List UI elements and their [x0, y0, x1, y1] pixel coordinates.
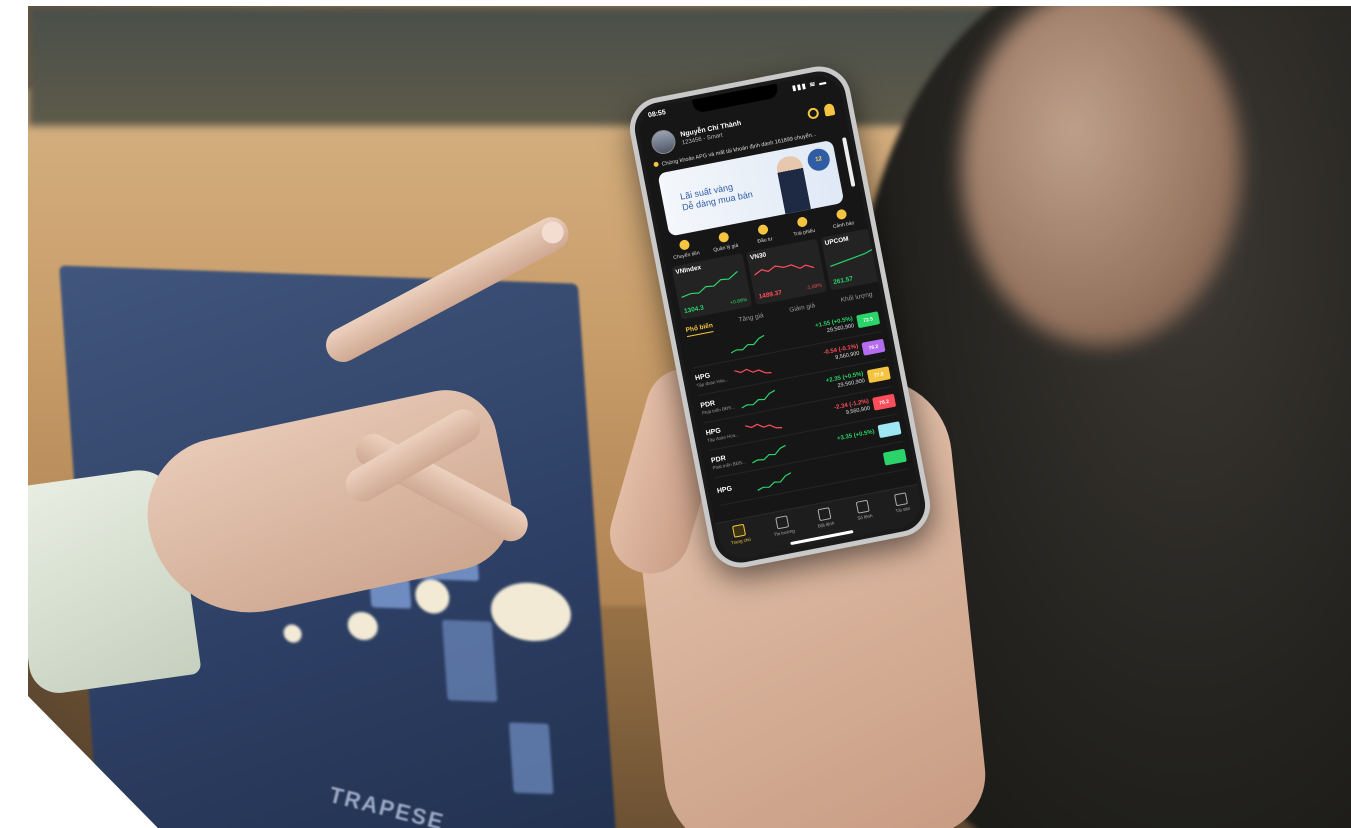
stock-volume	[792, 461, 880, 478]
tab-volume[interactable]: Khối lượng	[840, 291, 873, 307]
avatar[interactable]	[649, 127, 678, 157]
home-icon	[731, 523, 746, 538]
stock-numbers	[792, 460, 881, 478]
signal-icon: ▮▮▮ ≋ ▬	[791, 78, 828, 93]
banner-scroll-indicator	[841, 137, 856, 187]
tab-gainers[interactable]: Tăng giá	[738, 312, 765, 327]
home-indicator	[790, 529, 854, 546]
stock-symbol: HPG	[716, 484, 733, 495]
nav-orderbook[interactable]: Sổ lệnh	[854, 499, 873, 521]
stock-list: +1.55 (+0.5%) 29,560,900 72.5 HPG Tập đoàn H…	[687, 304, 909, 506]
bond-icon	[796, 216, 809, 228]
stock-sparkline	[730, 334, 765, 354]
stock-change	[792, 460, 880, 477]
stock-symbol	[690, 346, 729, 354]
quick-action-price[interactable]: Quản lý giá	[706, 229, 743, 254]
stock-tag[interactable]	[877, 421, 902, 439]
stock-symbol-cell: HPG Tập đoàn Hòa...	[695, 368, 737, 388]
tab-losers[interactable]: Giảm giá	[789, 302, 816, 317]
alert-icon	[835, 208, 848, 221]
quick-action-invest[interactable]: Đầu tư	[745, 221, 782, 246]
nav-order[interactable]: Đặt lệnh	[815, 507, 835, 529]
transfer-icon	[678, 239, 691, 251]
search-icon[interactable]	[806, 106, 820, 120]
stock-sparkline	[751, 444, 786, 463]
price-icon	[717, 231, 730, 244]
stock-tag[interactable]: 76.2	[861, 338, 886, 356]
stock-tag[interactable]: 72.5	[856, 311, 881, 329]
nav-assets[interactable]: Tài sản	[892, 492, 911, 513]
banner-person	[774, 154, 811, 215]
index-card-vn30[interactable]: VN30 1489.37 -1.09%	[746, 238, 828, 306]
banner-badge: 12	[805, 146, 832, 173]
stock-symbol-cell: PDR Phát triển BĐS...	[711, 450, 753, 471]
stock-sparkline	[744, 423, 783, 428]
market-icon	[775, 515, 790, 530]
invest-icon	[757, 223, 769, 236]
nav-home[interactable]: Trang chủ	[728, 523, 751, 545]
stock-desc	[691, 347, 730, 355]
stock-symbol-cell	[690, 346, 729, 355]
status-time: 08:55	[647, 109, 667, 120]
stock-tag[interactable]: 77.8	[866, 366, 891, 384]
stock-symbol-cell: HPG Tập đoàn Hòa...	[705, 423, 747, 443]
stock-symbol-cell: PDR Phát triển BĐS...	[700, 395, 742, 416]
quick-action-transfer[interactable]: Chuyển tiền	[667, 237, 704, 262]
stock-sparkline	[741, 389, 776, 409]
quick-action-alert[interactable]: Cảnh báo	[824, 206, 861, 231]
bell-icon[interactable]	[823, 102, 836, 117]
stock-sparkline	[757, 471, 792, 491]
megaphone-icon	[653, 161, 660, 168]
order-icon	[817, 507, 832, 522]
stock-sparkline	[734, 368, 772, 373]
index-card-vnindex[interactable]: VNIndex 1304.3 +0.89%	[671, 253, 753, 320]
wallet-icon	[893, 492, 908, 507]
nav-market[interactable]: Thị trường	[771, 514, 795, 537]
stock-symbol-cell: HPG	[716, 480, 757, 495]
stock-tag[interactable]: 76.2	[872, 393, 897, 411]
tab-popular[interactable]: Phổ biến	[685, 322, 715, 338]
orderbook-icon	[855, 499, 870, 514]
quick-action-bond[interactable]: Trái phiếu	[785, 214, 822, 239]
stock-tag[interactable]	[882, 448, 907, 466]
